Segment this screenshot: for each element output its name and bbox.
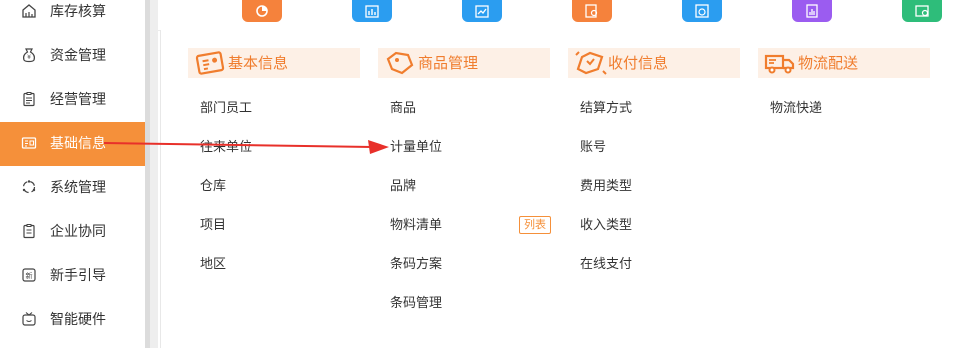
menu-item-bill-of-materials[interactable]: 物料清单 — [390, 217, 442, 235]
menu-item-expense-type[interactable]: 费用类型 — [580, 178, 632, 196]
sidebar-item-label: 库存核算 — [50, 4, 106, 20]
id-card-icon — [20, 134, 38, 152]
menu-item-project[interactable]: 项目 — [200, 217, 226, 235]
svg-text:¥: ¥ — [27, 54, 31, 61]
stats-report-icon[interactable] — [792, 0, 832, 22]
sidebar-item-operations[interactable]: 经营管理 — [0, 78, 145, 122]
cash-report-icon[interactable] — [902, 0, 942, 22]
delivery-truck-icon — [762, 49, 800, 77]
menu-item-barcode-scheme[interactable]: 条码方案 — [390, 256, 442, 274]
money-report-icon[interactable] — [682, 0, 722, 22]
category-title: 物流配送 — [798, 54, 859, 72]
menu-item-account[interactable]: 账号 — [580, 139, 606, 157]
sidebar-item-collaboration[interactable]: 企业协同 — [0, 210, 145, 254]
menu-item-measurement-unit[interactable]: 计量单位 — [390, 139, 442, 157]
menu-item-income-type[interactable]: 收入类型 — [580, 217, 632, 235]
payment-icon — [572, 49, 610, 77]
clipboard-list-icon — [20, 222, 38, 240]
sidebar-item-label: 资金管理 — [50, 48, 106, 64]
sidebar-item-label: 经营管理 — [50, 92, 106, 108]
sidebar-item-label: 系统管理 — [50, 180, 106, 196]
svg-text:新: 新 — [26, 271, 33, 280]
clipboard-icon — [20, 90, 38, 108]
new-badge-icon: 新 — [20, 266, 38, 284]
sidebar-item-beginner-guide[interactable]: 新 新手引导 — [0, 254, 145, 298]
category-basic-info-header: 基本信息 — [188, 48, 360, 78]
sidebar-item-smart-hardware[interactable]: 智能硬件 — [0, 298, 145, 342]
category-title: 基本信息 — [228, 54, 289, 72]
sidebar-item-label: 企业协同 — [50, 224, 106, 240]
category-logistics-header: 物流配送 — [758, 48, 930, 78]
menu-item-warehouse[interactable]: 仓库 — [200, 178, 226, 196]
category-title: 收付信息 — [608, 54, 669, 72]
list-tag-button[interactable]: 列表 — [519, 216, 551, 234]
money-bag-icon: ¥ — [20, 46, 38, 64]
sidebar-item-basic-info[interactable]: 基础信息 — [0, 122, 145, 166]
inventory-accounting-icon — [20, 2, 38, 20]
cycle-icon — [20, 178, 38, 196]
category-goods-header: 商品管理 — [378, 48, 550, 78]
sidebar-item-label: 新手引导 — [50, 268, 106, 284]
menu-item-barcode-management[interactable]: 条码管理 — [390, 295, 442, 313]
category-title: 商品管理 — [418, 54, 479, 72]
id-card-icon — [192, 49, 230, 77]
menu-item-settlement-method[interactable]: 结算方式 — [580, 100, 632, 118]
sidebar-scrollbar[interactable] — [150, 0, 158, 348]
pie-chart-icon[interactable] — [242, 0, 282, 22]
menu-item-departments-staff[interactable]: 部门员工 — [200, 100, 252, 118]
category-payment-header: 收付信息 — [568, 48, 740, 78]
menu-item-online-payment[interactable]: 在线支付 — [580, 256, 632, 274]
menu-item-goods[interactable]: 商品 — [390, 100, 416, 118]
bar-chart-icon[interactable] — [352, 0, 392, 22]
search-report-icon[interactable] — [572, 0, 612, 22]
sidebar: 库存核算 ¥ 资金管理 经营管理 基础信息 系统管理 企业协同 新 新手引导 智… — [0, 0, 145, 348]
menu-item-region[interactable]: 地区 — [200, 256, 226, 274]
sidebar-item-label: 智能硬件 — [50, 312, 106, 328]
sidebar-item-label: 基础信息 — [50, 136, 106, 152]
trend-chart-icon[interactable] — [462, 0, 502, 22]
sidebar-item-system[interactable]: 系统管理 — [0, 166, 145, 210]
tv-device-icon — [20, 310, 38, 328]
report-shortcut-strip — [158, 0, 962, 31]
menu-item-partners[interactable]: 往来单位 — [200, 139, 252, 157]
menu-item-logistics-express[interactable]: 物流快递 — [770, 100, 822, 118]
price-tag-icon — [382, 49, 420, 77]
sidebar-item-inventory-accounting[interactable]: 库存核算 — [0, 0, 145, 34]
sidebar-item-funds[interactable]: ¥ 资金管理 — [0, 34, 145, 78]
menu-item-brand[interactable]: 品牌 — [390, 178, 416, 196]
